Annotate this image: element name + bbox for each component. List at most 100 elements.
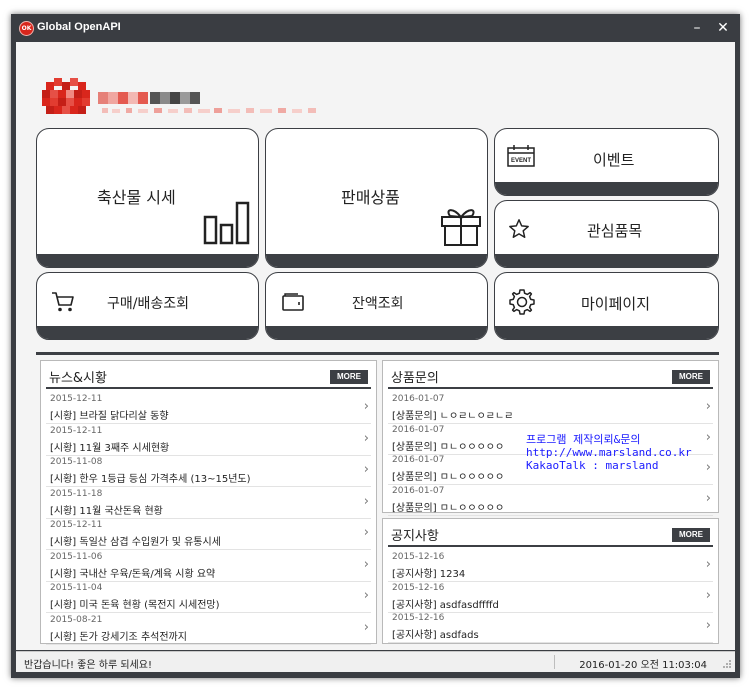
- bar-chart-icon: [203, 201, 250, 245]
- chevron-right-icon: ›: [363, 430, 369, 446]
- news-more-button[interactable]: MORE: [330, 370, 368, 384]
- tile-balance[interactable]: 잔액조회: [265, 272, 488, 340]
- tile-favorites[interactable]: 관심품목: [494, 200, 719, 268]
- inquiry-title-rule: [388, 387, 713, 389]
- overlay-line-2: http://www.marsland.co.kr: [526, 446, 692, 459]
- notice-title-rule: [388, 545, 713, 547]
- chevron-right-icon: ›: [705, 429, 711, 445]
- inquiry-item-text: [상품문의] ㅁㄴㅇㅇㅇㅇㅇ: [392, 441, 505, 453]
- news-panel: 뉴스&시황 MORE 2015-12-11 [시황] 브라질 닭다리살 동향 › 20…: [40, 360, 377, 645]
- chevron-right-icon: ›: [363, 619, 369, 635]
- notice-title: 공지사항: [391, 529, 439, 544]
- status-separator: [554, 655, 555, 669]
- tile-livestock-price[interactable]: 축산물 시세: [36, 128, 259, 268]
- inquiry-more-button[interactable]: MORE: [672, 370, 710, 384]
- news-list-item[interactable]: 2015-11-04 [시황] 미국 돈육 현황 (목전지 시세전망) ›: [46, 581, 371, 613]
- event-icon: EVENT: [507, 145, 535, 167]
- inquiry-item-date: 2016-01-07: [392, 394, 445, 404]
- news-item-date: 2015-11-08: [50, 457, 103, 467]
- tile-event[interactable]: EVENT 이벤트: [494, 128, 719, 196]
- tile-orders[interactable]: 구매/배송조회: [36, 272, 259, 340]
- news-item-text: [시황] 한우 1등급 등심 가격추세 (13~15년도): [50, 474, 251, 485]
- tile-products[interactable]: 판매상품: [265, 128, 488, 268]
- news-list-item[interactable]: 2015-11-18 [시황] 11월 국산돈육 현황 ›: [46, 487, 371, 519]
- inquiry-list-item[interactable]: 2016-01-07 [상품문의] ㅁㄴㅇㅇㅇㅇㅇ ›: [388, 484, 713, 516]
- notice-list-item[interactable]: 2015-12-16 [공지사항] asdfads ›: [388, 611, 713, 643]
- section-divider: [36, 352, 719, 355]
- chevron-right-icon: ›: [363, 399, 369, 414]
- notice-list-item[interactable]: 2015-12-16 [공지사항] 1234 ›: [388, 550, 713, 582]
- inquiry-item-date: 2016-01-07: [392, 424, 445, 435]
- window-title: Global OpenAPI: [37, 21, 121, 33]
- news-item-date: 2015-12-11: [50, 425, 103, 436]
- chevron-right-icon: ›: [363, 493, 369, 509]
- close-button[interactable]: ✕: [713, 18, 733, 38]
- tile-orders-label: 구매/배송조회: [107, 296, 189, 312]
- news-item-text: [시황] 돈가 강세기조 추석전까지: [50, 631, 187, 643]
- app-logo-icon: OK: [19, 21, 34, 36]
- news-list-item[interactable]: 2015-11-08 [시황] 한우 1등급 등심 가격추세 (13~15년도) ›: [46, 455, 371, 487]
- inquiry-item-text: [상품문의] ㅁㄴㅇㅇㅇㅇㅇ: [392, 472, 505, 483]
- chevron-right-icon: ›: [363, 588, 369, 603]
- news-list-item[interactable]: 2015-12-11 [시황] 독일산 삼겹 수입원가 및 유통시세 ›: [46, 518, 371, 550]
- overlay-line-3: KakaoTalk : marsland: [526, 459, 659, 472]
- tile-livestock-price-label: 축산물 시세: [97, 188, 176, 207]
- news-title-rule: [46, 387, 371, 389]
- tile-products-label: 판매상품: [341, 188, 400, 207]
- title-bar[interactable]: OK Global OpenAPI – ✕: [11, 14, 740, 42]
- notice-item-date: 2015-12-16: [392, 552, 445, 562]
- news-list-item[interactable]: 2015-11-06 [시황] 국내산 우육/돈육/계육 시황 요약 ›: [46, 550, 371, 582]
- news-list-item[interactable]: 2015-12-11 [시황] 브라질 닭다리살 동향 ›: [46, 392, 371, 424]
- resize-grip-icon[interactable]: [722, 659, 732, 669]
- brand-logo: [42, 78, 316, 114]
- inquiry-list-item[interactable]: 2016-01-07 [상품문의] ㄴㅇㄹㄴㅇㄹㄴㄹ ›: [388, 392, 713, 424]
- tile-favorites-label: 관심품목: [587, 222, 643, 240]
- inquiry-item-date: 2016-01-07: [392, 485, 445, 496]
- news-item-date: 2015-11-18: [50, 488, 103, 499]
- tile-event-label: 이벤트: [593, 151, 635, 169]
- chevron-right-icon: ›: [705, 490, 711, 506]
- news-list-item[interactable]: 2015-08-21 [시황] 돈가 강세기조 추석전까지 ›: [46, 613, 371, 645]
- tile-mypage[interactable]: 마이페이지: [494, 272, 719, 340]
- inquiry-title: 상품문의: [391, 371, 439, 386]
- inquiry-item-text: [상품문의] ㅁㄴㅇㅇㅇㅇㅇ: [392, 502, 505, 514]
- news-title: 뉴스&시황: [49, 371, 107, 386]
- wallet-icon: [282, 293, 304, 311]
- news-item-text: [시황] 브라질 닭다리살 동향: [50, 411, 169, 422]
- gear-icon: [509, 289, 535, 315]
- star-icon: [509, 219, 529, 238]
- chevron-right-icon: ›: [363, 556, 369, 572]
- notice-list-item[interactable]: 2015-12-16 [공지사항] asdfasdffffd ›: [388, 581, 713, 613]
- app-window: OK Global OpenAPI – ✕ 축산물 시세 판매상품 EVENT …: [11, 14, 740, 678]
- contact-overlay: 프로그램 제작의뢰&문의 http://www.marsland.co.kr Kak…: [526, 433, 692, 472]
- event-icon-text: EVENT: [511, 158, 531, 164]
- notice-item-text: [공지사항] asdfasdffffd: [392, 599, 499, 611]
- chevron-right-icon: ›: [705, 460, 711, 475]
- minimize-button[interactable]: –: [687, 18, 707, 38]
- tile-mypage-label: 마이페이지: [581, 295, 651, 313]
- main-content: 축산물 시세 판매상품 EVENT 이벤트 관심품목 구매/배송조회 잔액조회 …: [16, 42, 735, 650]
- chevron-right-icon: ›: [705, 618, 711, 633]
- notice-item-text: [공지사항] asdfads: [392, 630, 479, 641]
- news-item-date: 2015-12-11: [50, 394, 103, 404]
- news-item-date: 2015-11-06: [50, 551, 103, 562]
- notice-more-button[interactable]: MORE: [672, 528, 710, 542]
- chevron-right-icon: ›: [705, 557, 711, 572]
- notice-item-text: [공지사항] 1234: [392, 569, 466, 580]
- status-datetime: 2016-01-20 오전 11:03:04: [579, 660, 707, 671]
- notice-panel: 공지사항 MORE 2015-12-16 [공지사항] 1234 › 2015-12-…: [382, 518, 719, 644]
- status-message: 반갑습니다! 좋은 하루 되세요!: [24, 660, 152, 671]
- news-item-text: [시황] 11월 국산돈육 현황: [50, 505, 163, 517]
- notice-item-date: 2015-12-16: [392, 613, 445, 623]
- notice-item-date: 2015-12-16: [392, 582, 445, 593]
- chevron-right-icon: ›: [705, 399, 711, 414]
- tile-balance-label: 잔액조회: [352, 296, 404, 312]
- gift-icon: [441, 209, 481, 246]
- news-list-item[interactable]: 2015-12-11 [시황] 11월 3째주 시세현황 ›: [46, 424, 371, 456]
- cart-icon: [52, 292, 74, 312]
- news-item-text: [시황] 11월 3째주 시세현황: [50, 442, 170, 454]
- chevron-right-icon: ›: [363, 462, 369, 477]
- news-item-date: 2015-08-21: [50, 614, 103, 625]
- chevron-right-icon: ›: [363, 525, 369, 540]
- news-item-text: [시황] 미국 돈육 현황 (목전지 시세전망): [50, 600, 220, 611]
